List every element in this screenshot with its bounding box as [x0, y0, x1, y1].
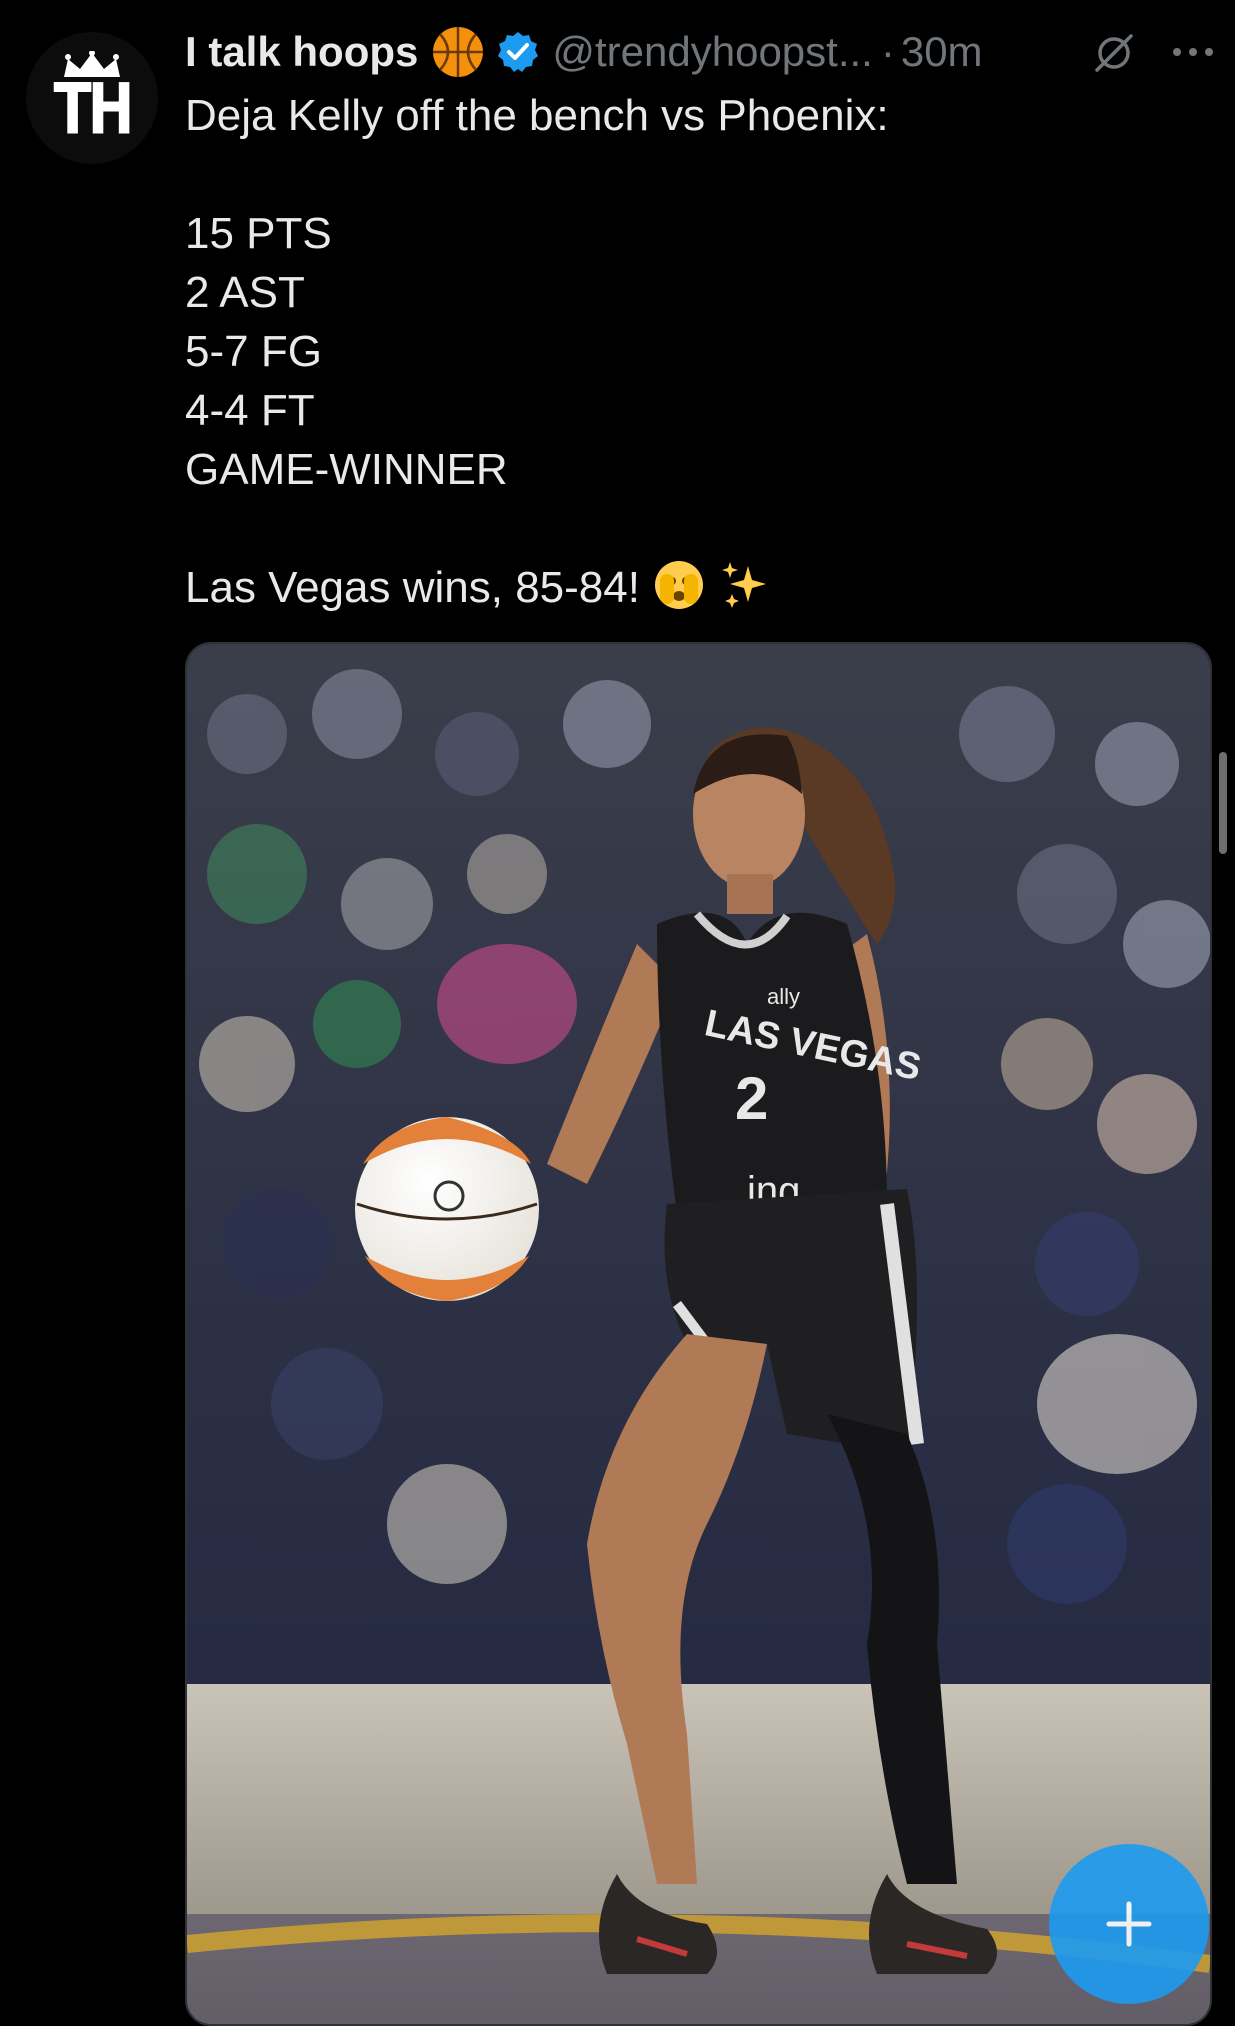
avatar-initials: TH: [53, 69, 134, 151]
jersey-number-text: 2: [735, 1065, 768, 1132]
author-handle[interactable]: @trendyhoopst...: [552, 28, 872, 76]
sparkles-emoji-icon: [721, 562, 766, 608]
tweet-text: Deja Kelly off the bench vs Phoenix: 15 …: [185, 86, 1195, 617]
tweet-photo[interactable]: LAS VEGAS ally 2 ing: [185, 642, 1212, 2026]
plus-icon: [1106, 1901, 1152, 1947]
more-icon[interactable]: [1171, 44, 1215, 60]
verified-badge-icon: [498, 32, 539, 72]
tweet-header: I talk hoops @trendyhoopst... · 30m: [185, 22, 1215, 82]
photo-illustration: LAS VEGAS ally 2 ing: [187, 644, 1210, 2024]
separator-dot: ·: [880, 28, 895, 75]
face-with-peeking-eye-emoji-icon: [654, 561, 703, 609]
jersey-sponsor-text: ally: [767, 984, 800, 1009]
basketball-emoji-icon: [433, 27, 484, 77]
post-time[interactable]: 30m: [901, 28, 983, 76]
tweet-line: GAME-WINNER: [185, 445, 508, 494]
tweet-line: 2 AST: [185, 268, 305, 317]
display-name[interactable]: I talk hoops: [185, 28, 418, 76]
tweet-line-final-text: Las Vegas wins, 85-84!: [185, 563, 640, 612]
tweet-line: 5-7 FG: [185, 327, 322, 376]
basketball: [355, 1117, 539, 1301]
avatar[interactable]: TH: [26, 32, 158, 164]
compose-button[interactable]: [1049, 1844, 1209, 2004]
tweet-line: Deja Kelly off the bench vs Phoenix:: [185, 91, 889, 140]
tweet-line-final: Las Vegas wins, 85-84!: [185, 558, 1195, 617]
tweet-line: 15 PTS: [185, 209, 332, 258]
tweet-line: 4-4 FT: [185, 386, 315, 435]
scrollbar-thumb[interactable]: [1219, 752, 1227, 854]
grok-icon[interactable]: [1091, 30, 1137, 76]
